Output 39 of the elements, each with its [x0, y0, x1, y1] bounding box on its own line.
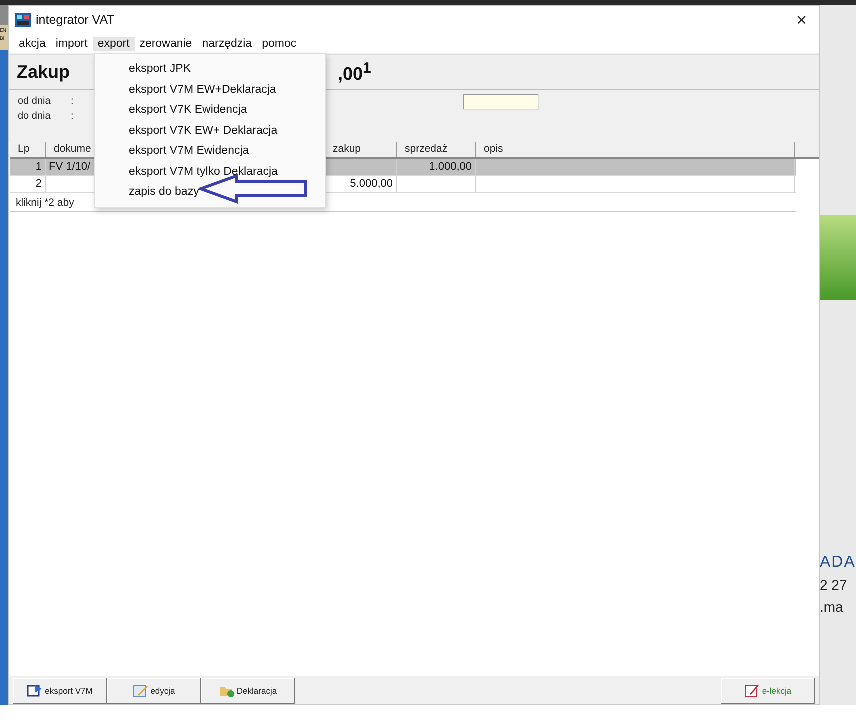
menu-item[interactable]: eksport V7K EW+ Deklaracja — [95, 120, 325, 141]
toolbar-button[interactable]: Deklaracja — [201, 678, 295, 704]
table-cell: 1.000,00 — [397, 159, 476, 175]
hint-text: kliknij *2 aby — [15, 197, 74, 209]
background-text: 2 27 — [820, 576, 848, 595]
export-icon — [27, 684, 44, 698]
menu-item[interactable]: eksport JPK — [95, 59, 325, 80]
column-header[interactable]: Lp — [10, 142, 46, 157]
notepad-icon — [744, 684, 760, 698]
column-header[interactable]: opis — [476, 142, 795, 157]
menu-item[interactable]: eksport V7K Ewidencja — [95, 100, 325, 120]
toolbar-button[interactable]: eksport V7M — [13, 678, 107, 704]
window-title: integrator VAT — [36, 13, 116, 27]
table-cell: 1 — [10, 159, 46, 175]
menu-item[interactable]: eksport V7M Ewidencja — [95, 141, 325, 162]
close-button[interactable]: × — [792, 10, 811, 30]
filter-label: od dnia — [18, 96, 52, 107]
menu-item[interactable]: akcja — [14, 36, 51, 50]
menu-item[interactable]: export — [92, 36, 135, 50]
input-field[interactable] — [463, 94, 539, 110]
toolbar-button[interactable]: edycja — [107, 678, 201, 704]
background-text: .ma — [820, 598, 844, 617]
header-title: Zakup — [17, 62, 70, 82]
menu-item[interactable]: narzędzia — [197, 36, 258, 50]
amount-text: ,00$^{1}$ — [338, 60, 372, 84]
table-cell: 2 — [10, 176, 46, 192]
menu-item[interactable]: import — [50, 36, 93, 50]
menu-item[interactable]: pomoc — [257, 36, 302, 50]
folder-icon — [218, 684, 235, 698]
toolbar-button[interactable]: e-lekcja — [721, 678, 815, 704]
menu-item[interactable]: eksport V7M EW+Deklaracja — [95, 80, 325, 100]
separator-text: : — [71, 111, 74, 122]
menu-item[interactable]: zerowanie — [134, 36, 198, 50]
pencil-icon — [132, 684, 149, 698]
column-header[interactable]: sprzedaż — [397, 142, 476, 157]
background-text: ADA — [820, 553, 856, 573]
separator-text: : — [71, 96, 74, 107]
filter-label: do dnia — [18, 111, 52, 122]
app-icon — [15, 13, 31, 27]
